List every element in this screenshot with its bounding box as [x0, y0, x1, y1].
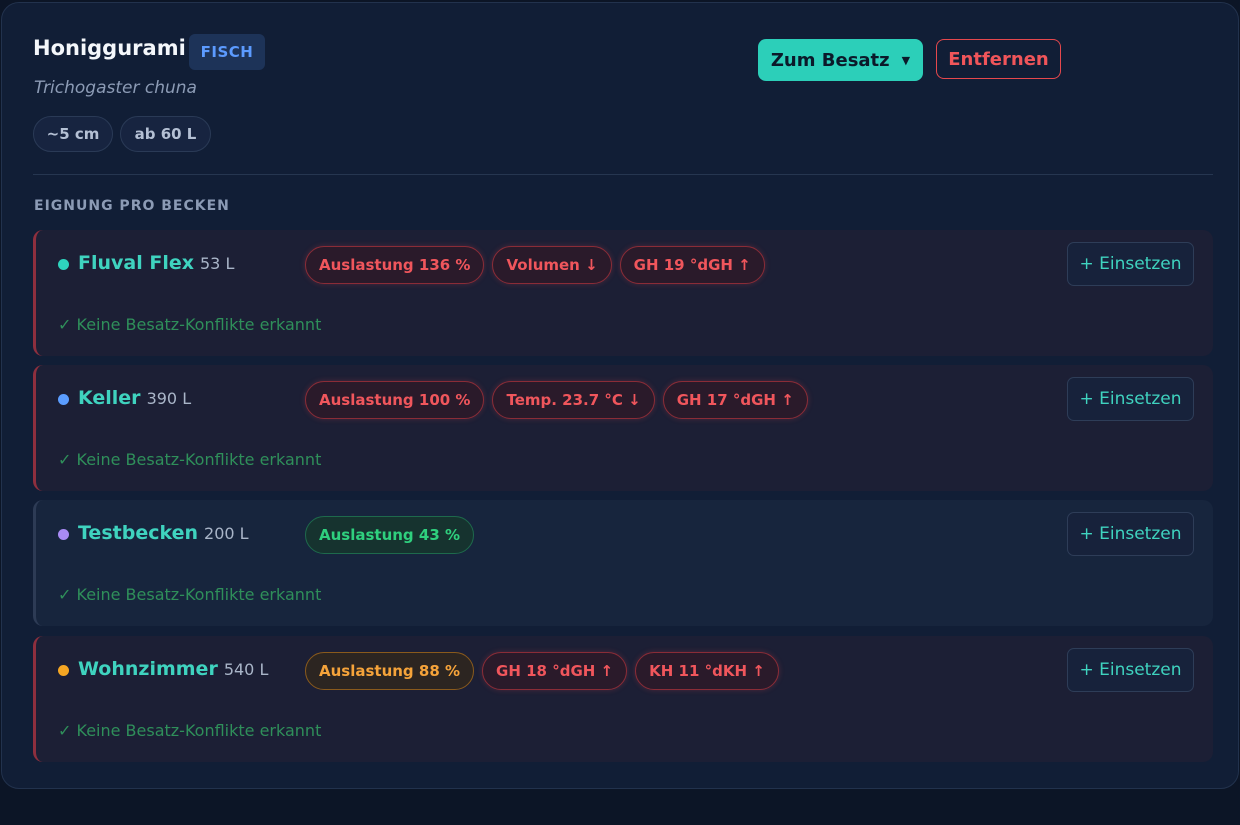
insert-button[interactable]: + Einsetzen [1067, 377, 1194, 421]
divider [33, 174, 1213, 175]
tank-volume: 53 L [200, 254, 235, 273]
tank-name: Testbecken 200 L [78, 522, 249, 544]
suitability-tags: Auslastung 43 % [305, 516, 475, 554]
insert-button[interactable]: + Einsetzen [1067, 648, 1194, 692]
conflict-note: ✓ Keine Besatz-Konflikte erkannt [58, 315, 322, 334]
tank-color-dot [58, 394, 69, 405]
tank-color-dot [58, 259, 69, 270]
type-badge: FISCH [189, 34, 265, 70]
size-pill: ~5 cm [33, 116, 113, 152]
suitability-tag: GH 17 °dGH ↑ [662, 381, 808, 419]
section-label: EIGNUNG PRO BECKEN [34, 198, 230, 214]
insert-button[interactable]: + Einsetzen [1067, 512, 1194, 556]
suitability-tag: Auslastung 100 % [305, 381, 485, 419]
tank-row: Wohnzimmer 540 L Auslastung 88 % GH 18 °dGH… [33, 636, 1213, 762]
insert-button[interactable]: + Einsetzen [1067, 242, 1194, 286]
tank-name-label: Testbecken [78, 522, 199, 544]
suitability-tags: Auslastung 100 % Temp. 23.7 °C ↓ GH 17 °dG… [305, 381, 808, 419]
suitability-tag: Temp. 23.7 °C ↓ [492, 381, 655, 419]
tank-name-label: Wohnzimmer [78, 658, 218, 680]
fish-detail-card: Honiggurami FISCH Trichogaster chuna ~5 … [1, 2, 1239, 789]
suitability-tags: Auslastung 88 % GH 18 °dGH ↑ KH 11 °dKH ↑ [305, 652, 779, 690]
suitability-tag: Auslastung 136 % [305, 246, 485, 284]
tank-row: Keller 390 L Auslastung 100 % Temp. 23.7 °C… [33, 365, 1213, 491]
suitability-tag: Auslastung 43 % [305, 516, 475, 554]
conflict-note: ✓ Keine Besatz-Konflikte erkannt [58, 721, 322, 740]
suitability-tag: GH 19 °dGH ↑ [619, 246, 765, 284]
tank-row: Testbecken 200 L Auslastung 43 % + Einsetze… [33, 500, 1213, 626]
suitability-tag: GH 18 °dGH ↑ [482, 652, 628, 690]
conflict-note: ✓ Keine Besatz-Konflikte erkannt [58, 585, 322, 604]
tank-name: Keller 390 L [78, 387, 191, 409]
tank-color-dot [58, 529, 69, 540]
to-stock-button[interactable]: Zum Besatz ▼ [758, 39, 923, 81]
conflict-note: ✓ Keine Besatz-Konflikte erkannt [58, 450, 322, 469]
tank-volume: 200 L [204, 524, 249, 543]
tank-name: Wohnzimmer 540 L [78, 658, 268, 680]
suitability-tags: Auslastung 136 % Volumen ↓ GH 19 °dGH ↑ [305, 246, 765, 284]
tank-volume: 540 L [223, 660, 269, 679]
suitability-tag: KH 11 °dKH ↑ [635, 652, 779, 690]
caret-down-icon: ▼ [901, 53, 911, 67]
min-volume-pill: ab 60 L [120, 116, 211, 152]
fish-name: Honiggurami [33, 36, 186, 60]
tank-name-label: Fluval Flex [78, 252, 194, 274]
suitability-tag: Volumen ↓ [492, 246, 612, 284]
latin-name: Trichogaster chuna [34, 78, 197, 98]
tank-name-label: Keller [78, 387, 141, 409]
suitability-tag: Auslastung 88 % [305, 652, 475, 690]
to-stock-label: Zum Besatz [770, 49, 890, 71]
tank-row: Fluval Flex 53 L Auslastung 136 % Volumen ↓… [33, 230, 1213, 356]
remove-button[interactable]: Entfernen [936, 39, 1061, 79]
tank-volume: 390 L [146, 389, 192, 408]
tank-name: Fluval Flex 53 L [78, 252, 234, 274]
tank-color-dot [58, 665, 69, 676]
